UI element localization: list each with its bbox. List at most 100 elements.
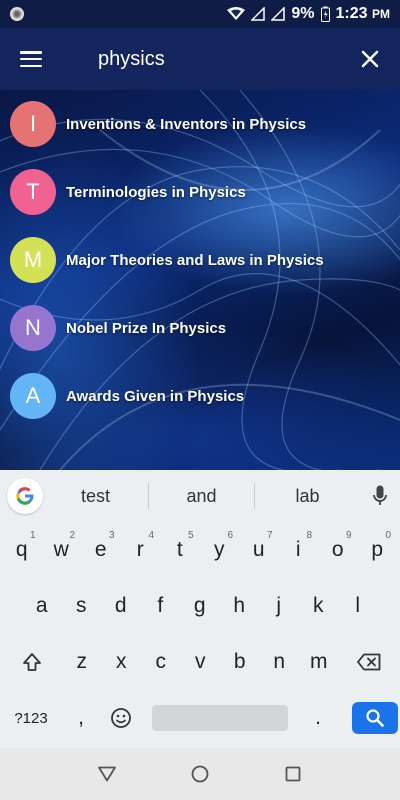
key-number-hint: 5 — [187, 530, 194, 541]
key-number-hint: 3 — [108, 530, 115, 541]
notification-icon — [10, 7, 24, 21]
key-row-1: q1w2e3r4t5y6u7i8o9p0 — [0, 522, 400, 578]
key-n[interactable]: n — [260, 640, 300, 684]
mic-icon — [373, 485, 387, 505]
key-c[interactable]: c — [141, 640, 181, 684]
hamburger-icon — [20, 51, 42, 67]
letter-avatar: M — [10, 237, 56, 283]
result-title: Nobel Prize In Physics — [66, 319, 227, 337]
key-number-hint: 8 — [306, 530, 312, 541]
key-r[interactable]: r4 — [121, 528, 161, 572]
suggestion-3[interactable]: lab — [255, 486, 360, 507]
space-key[interactable] — [152, 705, 288, 731]
suggestion-1[interactable]: test — [43, 486, 148, 507]
google-logo-icon[interactable] — [7, 478, 43, 514]
key-k[interactable]: k — [299, 584, 339, 628]
system-nav-bar — [0, 748, 400, 800]
shift-key[interactable] — [2, 640, 62, 684]
key-number-hint: 0 — [385, 530, 391, 541]
result-item[interactable]: T Terminologies in Physics — [0, 158, 400, 226]
signal-icon — [251, 7, 266, 21]
mic-button[interactable] — [360, 485, 400, 507]
key-e[interactable]: e3 — [81, 528, 121, 572]
key-l[interactable]: l — [338, 584, 378, 628]
key-p[interactable]: p0 — [358, 528, 398, 572]
search-results: I Inventions & Inventors in Physics T Termi… — [0, 90, 400, 470]
key-t[interactable]: t5 — [160, 528, 200, 572]
key-row-2: asdfghjkl — [0, 578, 400, 634]
key-m[interactable]: m — [299, 640, 339, 684]
battery-icon — [320, 6, 330, 22]
search-key[interactable] — [352, 702, 398, 734]
home-button[interactable] — [185, 759, 215, 789]
key-z[interactable]: z — [62, 640, 102, 684]
key-number-hint: 7 — [266, 530, 273, 541]
letter-avatar: T — [10, 169, 56, 215]
key-number-hint: 6 — [227, 530, 233, 541]
key-v[interactable]: v — [181, 640, 221, 684]
key-u[interactable]: u7 — [239, 528, 279, 572]
key-label: e — [94, 538, 107, 561]
status-bar: 9% 1:23 PM — [0, 0, 400, 28]
emoji-key[interactable] — [100, 696, 142, 740]
backspace-key[interactable] — [339, 640, 399, 684]
backspace-icon — [356, 653, 380, 671]
clear-search-button[interactable] — [340, 28, 400, 90]
key-a[interactable]: a — [22, 584, 62, 628]
letter-avatar: I — [10, 101, 56, 147]
home-circle-icon — [191, 765, 209, 783]
key-g[interactable]: g — [180, 584, 220, 628]
soft-keyboard: test and lab q1w2e3r4t5y6u7i8o9p0 asdfgh… — [0, 470, 400, 748]
status-right: 9% 1:23 PM — [227, 5, 390, 23]
key-x[interactable]: x — [102, 640, 142, 684]
search-icon — [366, 709, 384, 727]
recents-button[interactable] — [278, 759, 308, 789]
key-label: p — [371, 538, 384, 561]
menu-button[interactable] — [0, 28, 62, 90]
key-label: r — [136, 538, 144, 561]
suggestion-2[interactable]: and — [149, 486, 254, 507]
result-item[interactable]: N Nobel Prize In Physics — [0, 294, 400, 362]
result-title: Major Theories and Laws in Physics — [66, 251, 324, 269]
key-q[interactable]: q1 — [2, 528, 42, 572]
key-label: y — [214, 538, 225, 561]
key-s[interactable]: s — [62, 584, 102, 628]
key-label: w — [53, 538, 69, 561]
wifi-icon — [227, 7, 246, 20]
key-h[interactable]: h — [220, 584, 260, 628]
key-b[interactable]: b — [220, 640, 260, 684]
signal-icon-2 — [271, 7, 286, 21]
search-app-bar: physics — [0, 28, 400, 90]
key-i[interactable]: i8 — [279, 528, 319, 572]
result-item[interactable]: M Major Theories and Laws in Physics — [0, 226, 400, 294]
search-input[interactable]: physics — [62, 48, 340, 71]
key-label: u — [252, 538, 265, 561]
key-w[interactable]: w2 — [42, 528, 82, 572]
key-y[interactable]: y6 — [200, 528, 240, 572]
comma-key[interactable]: , — [62, 696, 100, 740]
key-label: q — [15, 538, 28, 561]
key-row-4: ?123 , . — [0, 690, 400, 746]
period-key[interactable]: . — [298, 696, 338, 740]
key-j[interactable]: j — [259, 584, 299, 628]
symbols-key[interactable]: ?123 — [0, 696, 62, 740]
close-icon — [361, 50, 379, 68]
key-row-3: zxcvbnm — [0, 634, 400, 690]
result-title: Inventions & Inventors in Physics — [66, 115, 307, 133]
result-item[interactable]: I Inventions & Inventors in Physics — [0, 90, 400, 158]
key-number-hint: 9 — [345, 530, 352, 541]
letter-avatar: A — [10, 373, 56, 419]
key-number-hint: 1 — [29, 530, 36, 541]
result-item[interactable]: A Awards Given in Physics — [0, 362, 400, 430]
shift-icon — [23, 653, 41, 671]
key-o[interactable]: o9 — [318, 528, 358, 572]
key-label: i — [295, 538, 301, 561]
suggestions: test and lab — [43, 483, 360, 509]
result-list: I Inventions & Inventors in Physics T Termi… — [0, 90, 400, 430]
result-title: Awards Given in Physics — [66, 387, 245, 405]
key-f[interactable]: f — [141, 584, 181, 628]
key-label: o — [331, 538, 344, 561]
key-d[interactable]: d — [101, 584, 141, 628]
letter-avatar: N — [10, 305, 56, 351]
back-button[interactable] — [92, 759, 122, 789]
